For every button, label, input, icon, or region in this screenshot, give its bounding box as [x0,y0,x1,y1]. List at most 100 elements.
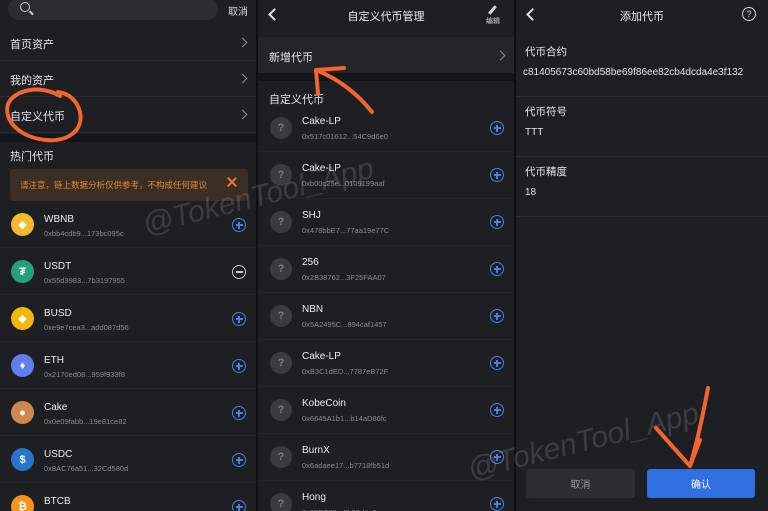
field-label: 代币精度 [525,166,567,178]
symbol-field[interactable]: 代币符号 TTT [516,97,768,157]
top-bar: 添加代币 ? [516,0,768,30]
custom-token-row[interactable]: ? SHJ 0x478bbE7...77aa19e77C [258,199,514,246]
custom-token-row[interactable]: ?Hong0x05BC30...6b92d4e0c [258,481,514,511]
cake-icon: ● [11,401,34,424]
custom-token-row[interactable]: ? Cake-LP 0xb00c25e...0109199aaf [258,152,514,199]
section-divider [258,73,514,81]
add-circle-icon[interactable] [490,121,504,135]
decimals-field[interactable]: 代币精度 18 [516,157,768,217]
page-title: 自定义代币管理 [347,11,425,23]
chevron-right-icon [237,109,248,120]
close-icon[interactable] [226,176,238,188]
help-icon[interactable]: ? [742,7,756,21]
field-label: 代币合约 [525,46,567,58]
cancel-search-button[interactable]: 取消 [228,3,248,18]
eth-icon: ♦ [11,354,34,377]
top-bar: 自定义代币管理 编辑 [258,0,514,30]
custom-token-row[interactable]: ? Cake-LP 0xB3C1dED...7787eB72F [258,340,514,387]
hot-tokens-title: 热门代币 [10,151,54,163]
chevron-right-icon [237,73,248,84]
search-bar: 取消 [0,0,256,22]
token-address: 0xB3C1dED...7787eB72F [302,367,389,376]
token-address: 0x2170ed08...959f933f8 [44,370,125,379]
add-circle-icon[interactable] [232,406,246,420]
add-token-label: 新增代币 [269,52,313,64]
remove-circle-icon[interactable] [232,265,246,279]
menu-item-custom-tokens[interactable]: 自定义代币 [0,97,256,133]
add-circle-icon[interactable] [490,356,504,370]
add-token-row[interactable]: 新增代币 [258,37,514,73]
custom-token-row[interactable]: ? Cake-LP 0x517c01612...54C9d6e0 [258,105,514,152]
btc-icon: ₿ [11,495,34,511]
add-circle-icon[interactable] [232,453,246,467]
add-circle-icon[interactable] [490,309,504,323]
token-address: 0x55d3983...7b3197955 [44,276,125,285]
token-address: 0x6adaee17...b7718fb51d [302,461,390,470]
add-circle-icon[interactable] [490,168,504,182]
add-circle-icon[interactable] [232,359,246,373]
edit-label: 编辑 [486,18,500,25]
decimals-input[interactable]: 18 [525,187,536,198]
add-circle-icon[interactable] [490,403,504,417]
token-name: USDC [44,449,73,460]
token-address: 0xb00c25e...0109199aaf [302,179,385,188]
token-row[interactable]: ♦ ETH 0x2170ed08...959f933f8 [0,342,256,389]
unknown-token-icon: ? [270,399,292,421]
token-row[interactable]: ◆ WBNB 0xbb4cdb9...173bc095c [0,201,256,248]
page-title: 添加代币 [620,11,664,23]
unknown-token-icon: ? [270,305,292,327]
add-circle-icon[interactable] [232,312,246,326]
add-circle-icon[interactable] [232,500,246,511]
custom-token-manage-panel: 自定义代币管理 编辑 新增代币 自定义代币 ? Cake-LP 0x517c0161… [258,0,514,511]
token-row[interactable]: ◆ BUSD 0xe9e7cea3...add087d56 [0,295,256,342]
token-name: KobeCoin [302,398,346,409]
add-circle-icon[interactable] [490,215,504,229]
menu-item-home-assets[interactable]: 首页资产 [0,25,256,61]
symbol-input[interactable]: TTT [525,127,543,138]
edit-button[interactable]: 编辑 [486,4,504,26]
field-label: 代币符号 [525,106,567,118]
token-address: 0x517c01612...54C9d6e0 [302,132,388,141]
unknown-token-icon: ? [270,117,292,139]
menu-item-my-assets[interactable]: 我的资产 [0,61,256,97]
contract-field[interactable]: 代币合约 c81405673c60bd58be69f86ee82cb4dcda4… [516,37,768,97]
usdc-icon: $ [11,448,34,471]
bnb-icon: ◆ [11,213,34,236]
busd-icon: ◆ [11,307,34,330]
section-divider [0,134,256,142]
token-row[interactable]: ● Cake 0x0e09fabb...19e81ce82 [0,389,256,436]
contract-input[interactable]: c81405673c60bd58be69f86ee82cb4dcda4e3f13… [523,67,743,78]
token-row[interactable]: ₮ USDT 0x55d3983...7b3197955 [0,248,256,295]
token-row[interactable]: $ USDC 0x8AC76a51...32Cd580d [0,436,256,483]
token-name: Cake-LP [302,351,341,362]
add-circle-icon[interactable] [490,262,504,276]
add-circle-icon[interactable] [490,497,504,511]
risk-notice-banner: 请注意，链上数据分析仅供参考，不构成任何建议 [10,169,248,201]
custom-token-row[interactable]: ? NBN 0x5A2495C...894caf1457 [258,293,514,340]
token-address: 0x8AC76a51...32Cd580d [44,464,129,473]
add-circle-icon[interactable] [232,218,246,232]
token-name: SHJ [302,210,321,221]
add-circle-icon[interactable] [490,450,504,464]
token-name: Hong [302,492,326,503]
custom-token-row[interactable]: ? 256 0x2B38762...3F25FAA07 [258,246,514,293]
search-input[interactable] [8,0,218,20]
custom-token-row[interactable]: ? KobeCoin 0x6645A1b1...b14aD86fc [258,387,514,434]
menu-item-label: 自定义代币 [10,111,65,123]
token-name: BUSD [44,308,72,319]
token-name: USDT [44,261,72,272]
search-icon [20,2,30,12]
unknown-token-icon: ? [270,352,292,374]
chevron-right-icon [237,37,248,48]
token-name: Cake-LP [302,116,341,127]
token-name: WBNB [44,214,74,225]
token-row[interactable]: ₿ BTCB [0,483,256,511]
menu-item-label: 首页资产 [10,39,54,51]
confirm-button[interactable]: 确认 [647,469,755,498]
unknown-token-icon: ? [270,493,292,511]
menu-item-label: 我的资产 [10,75,54,87]
token-name: Cake-LP [302,163,341,174]
pencil-icon [488,5,497,15]
cancel-button[interactable]: 取消 [526,469,635,498]
custom-token-row[interactable]: ? BurnX 0x6adaee17...b7718fb51d [258,434,514,481]
